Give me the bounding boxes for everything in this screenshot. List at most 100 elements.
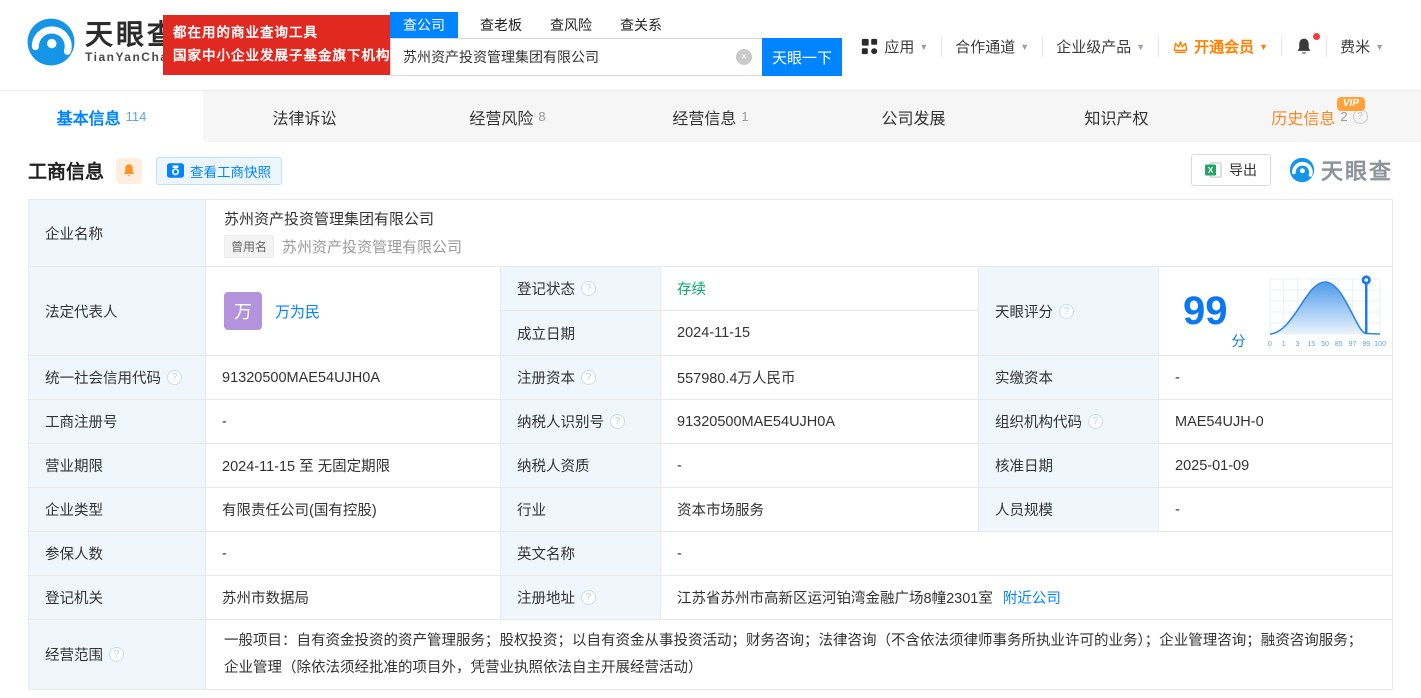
- label-taxpayer-quality: 纳税人资质: [501, 444, 661, 488]
- bell-icon: [1297, 38, 1311, 54]
- help-icon[interactable]: ?: [581, 281, 596, 296]
- help-icon[interactable]: ?: [610, 414, 625, 429]
- search-tab-boss[interactable]: 查老板: [480, 15, 522, 35]
- score-number: 99: [1183, 289, 1228, 333]
- svg-text:X: X: [1208, 165, 1214, 175]
- label-legal-representative: 法定代表人: [29, 267, 206, 356]
- value-registration-authority: 苏州市数据局: [206, 576, 501, 620]
- address-text: 江苏省苏州市高新区运河铂湾金融广场8幢2301室: [677, 591, 993, 607]
- value-credit-code: 91320500MAE54UJH0A: [206, 356, 501, 400]
- camera-icon: [167, 163, 185, 178]
- tab-intellectual-property[interactable]: 知识产权: [1015, 91, 1218, 142]
- nav-enterprise-label: 企业级产品: [1056, 39, 1132, 56]
- tab-operating-risk[interactable]: 经营风险 8: [406, 91, 609, 142]
- score-unit: 分: [1231, 333, 1246, 349]
- slogan-line1: 都在用的商业查询工具: [173, 25, 318, 40]
- tab-count: 1: [741, 109, 749, 124]
- view-snapshot-label: 查看工商快照: [190, 164, 272, 180]
- slogan-line2: 国家中小企业发展子基金旗下机构: [173, 47, 391, 63]
- business-info-table: 企业名称 苏州资产投资管理集团有限公司 曾用名 苏州资产投资管理有限公司 法定代…: [28, 199, 1393, 690]
- nav-user[interactable]: 费米 ▼: [1326, 36, 1397, 57]
- label-credit-code: 统一社会信用代码?: [29, 356, 206, 400]
- value-establish-date: 2024-11-15: [661, 311, 979, 356]
- tab-company-development[interactable]: 公司发展: [812, 91, 1015, 142]
- chevron-down-icon: ▼: [1020, 41, 1030, 52]
- former-name-text: 苏州资产投资管理有限公司: [282, 239, 463, 256]
- label-establish-date: 成立日期: [501, 311, 661, 356]
- subscribe-bell-button[interactable]: [116, 157, 143, 184]
- nav-user-label: 费米: [1340, 39, 1371, 56]
- company-name-text: 苏州资产投资管理集团有限公司: [224, 211, 435, 228]
- label-tianyan-score: 天眼评分?: [979, 267, 1159, 356]
- tab-legal-proceedings[interactable]: 法律诉讼: [203, 91, 406, 142]
- help-icon[interactable]: ?: [581, 370, 596, 385]
- vip-badge: VIP: [1336, 97, 1365, 111]
- label-staff-size: 人员规模: [979, 488, 1159, 532]
- clear-icon[interactable]: ×: [736, 49, 752, 65]
- export-label: 导出: [1228, 162, 1257, 178]
- help-icon[interactable]: ?: [109, 647, 124, 662]
- value-taxpayer-quality: -: [661, 444, 979, 488]
- nearby-companies-link[interactable]: 附近公司: [1003, 587, 1061, 608]
- search-tab-relation[interactable]: 查关系: [620, 15, 662, 35]
- nav-notifications[interactable]: [1281, 33, 1326, 56]
- business-info-section-header: 工商信息 查看工商快照 X 导出 天眼查: [0, 142, 1421, 199]
- tab-label: 法律诉讼: [272, 110, 337, 128]
- help-icon[interactable]: ?: [581, 590, 596, 605]
- label-insured-count: 参保人数: [29, 532, 206, 576]
- nav-apps[interactable]: 应用 ▼: [848, 36, 941, 57]
- search-button[interactable]: 天眼一下: [762, 38, 842, 76]
- export-button[interactable]: X 导出: [1190, 154, 1271, 186]
- svg-text:100: 100: [1374, 341, 1386, 348]
- avatar[interactable]: 万: [224, 292, 262, 330]
- help-icon[interactable]: ?: [1088, 414, 1103, 429]
- svg-text:0: 0: [1268, 341, 1272, 348]
- label-registration-number: 工商注册号: [29, 400, 206, 444]
- tab-label: 基本信息: [56, 110, 121, 128]
- nav-partner[interactable]: 合作通道 ▼: [941, 36, 1042, 57]
- label-taxpayer-id: 纳税人识别号?: [501, 400, 661, 444]
- search-input[interactable]: [390, 38, 762, 76]
- svg-text:1: 1: [1281, 341, 1285, 348]
- top-nav: 应用 ▼ 合作通道 ▼ 企业级产品 ▼ 开通会员 ▼ 费米 ▼: [848, 33, 1397, 57]
- watermark-swirl-icon: [1289, 157, 1315, 183]
- value-paid-capital: -: [1159, 356, 1392, 400]
- nav-enterprise[interactable]: 企业级产品 ▼: [1042, 36, 1158, 57]
- label-approval-date: 核准日期: [979, 444, 1159, 488]
- value-org-code: MAE54UJH-0: [1159, 400, 1392, 444]
- legal-rep-link[interactable]: 万为民: [275, 301, 320, 322]
- value-company-name: 苏州资产投资管理集团有限公司 曾用名 苏州资产投资管理有限公司: [206, 200, 1392, 267]
- tab-business-info[interactable]: 经营信息 1: [609, 91, 812, 142]
- logo-swirl-icon: [27, 18, 75, 66]
- help-icon[interactable]: ?: [1352, 109, 1368, 124]
- label-company-name: 企业名称: [29, 200, 206, 267]
- label-company-type: 企业类型: [29, 488, 206, 532]
- label-registered-address: 注册地址?: [501, 576, 661, 620]
- svg-text:85: 85: [1334, 341, 1342, 348]
- label-registration-status: 登记状态?: [501, 267, 661, 311]
- search-tab-company[interactable]: 查公司: [390, 11, 458, 38]
- search-tabs: 查公司 查老板 查风险 查关系: [390, 11, 842, 38]
- svg-text:97: 97: [1348, 341, 1356, 348]
- nav-partner-label: 合作通道: [955, 39, 1016, 56]
- tab-label: 经营风险: [469, 110, 534, 128]
- chevron-down-icon: ▼: [1375, 41, 1384, 52]
- nav-vip[interactable]: 开通会员 ▼: [1158, 36, 1281, 57]
- search-tab-risk[interactable]: 查风险: [550, 15, 592, 35]
- help-icon[interactable]: ?: [1059, 303, 1074, 319]
- notification-badge: [1313, 33, 1321, 40]
- tab-count: 114: [125, 109, 147, 124]
- tab-history-info[interactable]: VIP 历史信息 2 ?: [1218, 91, 1421, 142]
- value-registered-capital: 557980.4万人民币: [661, 356, 979, 400]
- view-snapshot-button[interactable]: 查看工商快照: [156, 156, 283, 185]
- section-title: 工商信息: [28, 162, 105, 183]
- value-registered-address: 江苏省苏州市高新区运河铂湾金融广场8幢2301室 附近公司: [661, 576, 1392, 620]
- chevron-down-icon: ▼: [919, 41, 929, 52]
- chevron-down-icon: ▼: [1259, 41, 1269, 52]
- label-business-scope: 经营范围?: [29, 620, 206, 689]
- help-icon[interactable]: ?: [167, 370, 182, 385]
- label-english-name: 英文名称: [501, 532, 661, 576]
- score-distribution-chart: 0 1 3 15 50 85 97 99 100: [1268, 275, 1386, 348]
- tab-basic-info[interactable]: 基本信息 114: [0, 91, 203, 142]
- watermark-text: 天眼查: [1320, 159, 1393, 184]
